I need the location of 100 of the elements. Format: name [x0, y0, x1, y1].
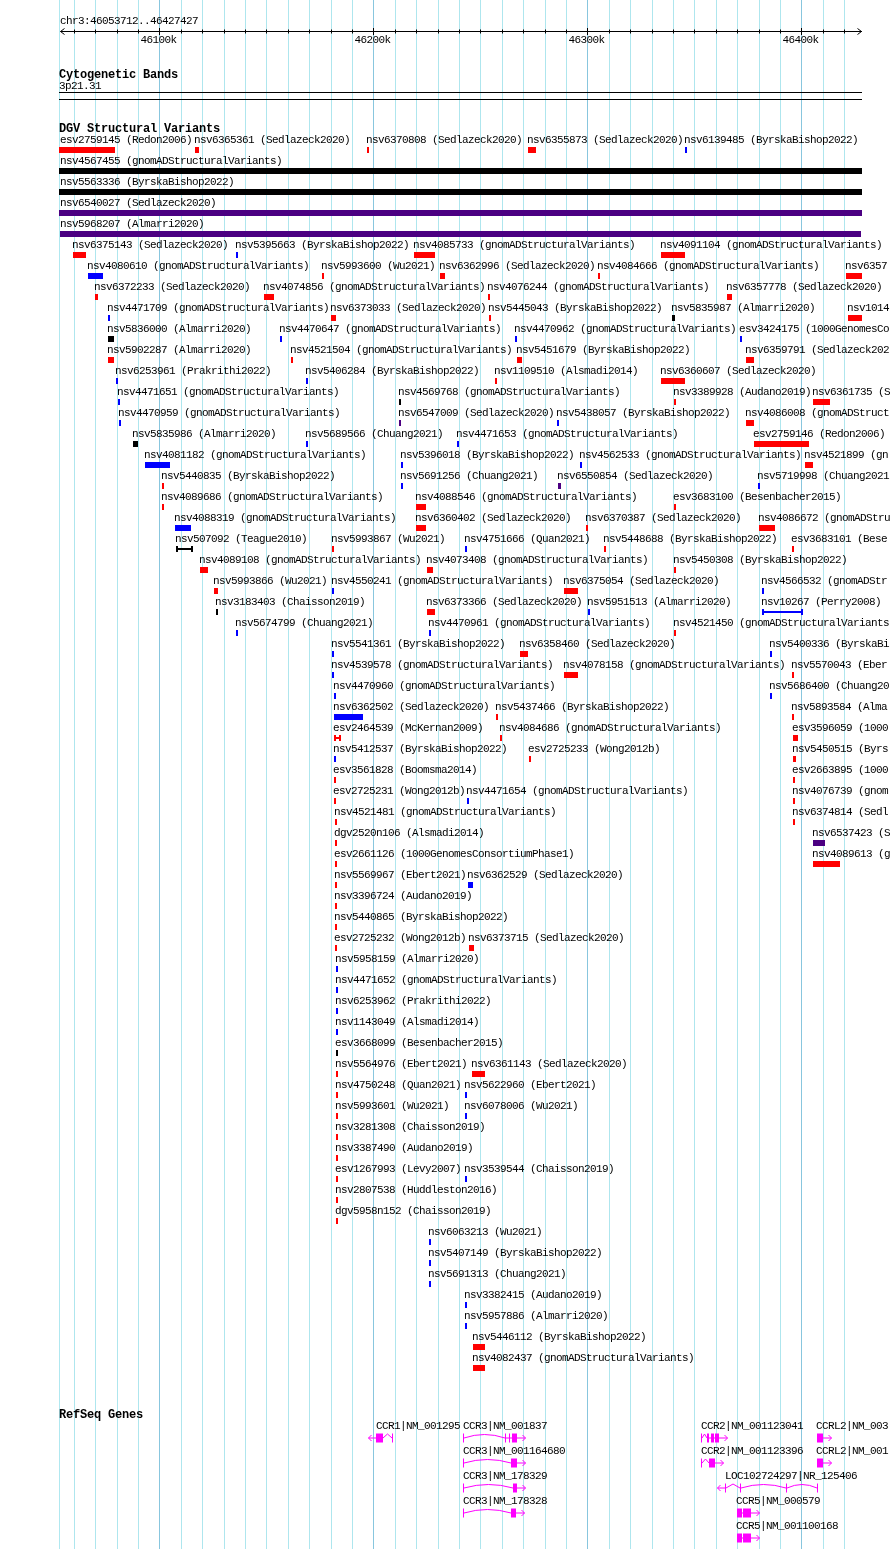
gene-label: CCR3|NM_001164680	[463, 1445, 566, 1457]
variant-label: nsv6365361 (Sedlazeck2020)	[194, 134, 351, 146]
variant-label: esv3668099 (Besenbacher2015)	[335, 1037, 504, 1049]
variant-label: nsv6078006 (Wu2021)	[464, 1100, 579, 1112]
variant-label: nsv2807538 (Huddleston2016)	[335, 1184, 498, 1196]
variant-label: nsv5968207 (Almarri2020)	[60, 218, 205, 230]
variant-label: nsv4471654 (gnomADStructuralVariants)	[466, 785, 689, 797]
variant-label: nsv5689566 (Chuang2021)	[305, 428, 444, 440]
variant-label: nsv4539578 (gnomADStructuralVariants)	[331, 659, 554, 671]
variant-label: nsv4566532 (gnomADStr	[761, 575, 888, 587]
variant-label: esv2663895 (1000	[792, 764, 889, 776]
variant-label: nsv1109510 (Alsmadi2014)	[494, 365, 639, 377]
variant-label: esv2661126 (1000GenomesConsortiumPhase1)	[334, 848, 575, 860]
track-title: DGV Structural Variants	[59, 121, 221, 136]
variant-label: nsv4088546 (gnomADStructuralVariants)	[415, 491, 638, 503]
variant-label: nsv6357778 (Sedlazeck2020)	[726, 281, 883, 293]
variant-label: nsv4080610 (gnomADStructuralVariants)	[87, 260, 310, 272]
variant-label: nsv5400336 (ByrskaBi	[769, 638, 890, 650]
variant-label: dgv5958n152 (Chaisson2019)	[335, 1205, 492, 1217]
variant-label: esv2725232 (Wong2012b)	[334, 932, 467, 944]
variant-label: nsv4470961 (gnomADStructuralVariants)	[428, 617, 651, 629]
variant-label: nsv6370387 (Sedlazeck2020)	[585, 512, 742, 524]
variant-label: nsv5993601 (Wu2021)	[335, 1100, 450, 1112]
variant-label: nsv5440865 (ByrskaBishop2022)	[334, 911, 509, 923]
tick-label: 46400k	[782, 34, 819, 46]
variant-label: nsv3183403 (Chaisson2019)	[215, 596, 366, 608]
variant-label: nsv4089613 (g	[812, 848, 890, 860]
variant-label: nsv4091104 (gnomADStructuralVariants)	[660, 239, 883, 251]
variant-label: nsv5569967 (Ebert2021)	[334, 869, 467, 881]
variant-label: nsv6373715 (Sedlazeck2020)	[468, 932, 625, 944]
variant-label: nsv4569768 (gnomADStructuralVariants)	[398, 386, 621, 398]
variant-label: nsv5445043 (ByrskaBishop2022)	[488, 302, 663, 314]
variant-label: nsv4084686 (gnomADStructuralVariants)	[499, 722, 722, 734]
variant-label: nsv4082437 (gnomADStructuralVariants)	[472, 1352, 695, 1364]
variant-label: nsv5993866 (Wu2021)	[213, 575, 328, 587]
variant-label: nsv3396724 (Audano2019)	[334, 890, 473, 902]
variant-label: nsv4471653 (gnomADStructuralVariants)	[456, 428, 679, 440]
variant-label: esv1267993 (Levy2007)	[335, 1163, 462, 1175]
variant-label: nsv10267 (Perry2008)	[761, 596, 882, 608]
variant-label: nsv6362502 (Sedlazeck2020)	[333, 701, 490, 713]
gene-label: CCRL2|NM_003	[816, 1420, 888, 1432]
tick-label: 46100k	[140, 34, 177, 46]
variant-label: esv3424175 (1000GenomesCo	[739, 323, 890, 335]
locus-label: chr3:46053712..46427427	[60, 15, 199, 27]
variant-label: nsv4521504 (gnomADStructuralVariants)	[290, 344, 513, 356]
tick-label: 46300k	[568, 34, 605, 46]
track-title: RefSeq Genes	[59, 1407, 143, 1422]
variant-label: esv2725231 (Wong2012b)	[333, 785, 466, 797]
variant-label: nsv4074856 (gnomADStructuralVariants)	[263, 281, 486, 293]
variant-label: nsv4470960 (gnomADStructuralVariants)	[333, 680, 556, 692]
gene-label: CCR3|NM_178328	[463, 1495, 547, 1507]
variant-label: nsv5993600 (Wu2021)	[321, 260, 436, 272]
variant-label: esv3683100 (Besenbacher2015)	[673, 491, 842, 503]
variant-label: nsv6358460 (Sedlazeck2020)	[519, 638, 676, 650]
variant-label: nsv6253961 (Prakrithi2022)	[115, 365, 272, 377]
variant-label: nsv4073408 (gnomADStructuralVariants)	[426, 554, 649, 566]
variant-label: nsv5406284 (ByrskaBishop2022)	[305, 365, 480, 377]
variant-label: nsv4470962 (gnomADStructuralVariants)	[514, 323, 737, 335]
variant-label: nsv6370808 (Sedlazeck2020)	[366, 134, 523, 146]
variant-label: nsv5563336 (ByrskaBishop2022)	[60, 176, 235, 188]
variant-label: nsv4084666 (gnomADStructuralVariants)	[597, 260, 820, 272]
variant-label: nsv4086672 (gnomADStru	[758, 512, 890, 524]
variant-label: nsv6360607 (Sedlazeck2020)	[660, 365, 817, 377]
variant-label: nsv4089108 (gnomADStructuralVariants)	[199, 554, 422, 566]
variant-label: nsv5957886 (Almarri2020)	[464, 1310, 609, 1322]
variant-label: nsv4076244 (gnomADStructuralVariants)	[487, 281, 710, 293]
variant-label: nsv5835987 (Almarri2020)	[671, 302, 816, 314]
variant-label: esv2759145 (Redon2006)	[60, 134, 193, 146]
variant-label: nsv5836000 (Almarri2020)	[107, 323, 252, 335]
variant-label: nsv5835986 (Almarri2020)	[132, 428, 277, 440]
variant-label: nsv3387490 (Audano2019)	[335, 1142, 474, 1154]
variant-label: nsv6362996 (Sedlazeck2020)	[439, 260, 596, 272]
gene-label: LOC102724297|NR_125406	[725, 1470, 858, 1482]
variant-label: nsv4562533 (gnomADStructuralVariants)	[579, 449, 802, 461]
variant-label: nsv5396018 (ByrskaBishop2022)	[400, 449, 575, 461]
variant-label: nsv5437466 (ByrskaBishop2022)	[495, 701, 670, 713]
variant-label: nsv6357	[845, 260, 887, 272]
variant-label: nsv4750248 (Quan2021)	[335, 1079, 462, 1091]
variant-label: nsv6253962 (Prakrithi2022)	[335, 995, 492, 1007]
variant-label: nsv5691256 (Chuang2021)	[400, 470, 539, 482]
variant-label: nsv6374814 (Sedl	[792, 806, 889, 818]
variant-label: nsv4471651 (gnomADStructuralVariants)	[117, 386, 340, 398]
variant-label: nsv6139485 (ByrskaBishop2022)	[684, 134, 859, 146]
variant-label: nsv3539544 (Chaisson2019)	[464, 1163, 615, 1175]
variant-label: dgv2520n106 (Alsmadi2014)	[334, 827, 485, 839]
variant-label: nsv4471652 (gnomADStructuralVariants)	[335, 974, 558, 986]
variant-label: nsv6550854 (Sedlazeck2020)	[557, 470, 714, 482]
variant-label: nsv5570043 (Eber	[791, 659, 888, 671]
variant-label: esv3683101 (Bese	[791, 533, 888, 545]
variant-label: nsv5541361 (ByrskaBishop2022)	[331, 638, 506, 650]
gene-label: CCR5|NM_000579	[736, 1495, 820, 1507]
variant-label: nsv5622960 (Ebert2021)	[464, 1079, 597, 1091]
variant-label: nsv4089686 (gnomADStructuralVariants)	[161, 491, 384, 503]
band-label: 3p21.31	[59, 80, 101, 92]
variant-label: nsv507092 (Teague2010)	[175, 533, 308, 545]
variant-label: nsv5412537 (ByrskaBishop2022)	[333, 743, 508, 755]
variant-label: nsv5993867 (Wu2021)	[331, 533, 446, 545]
variant-label: nsv6547009 (Sedlazeck2020)	[398, 407, 555, 419]
variant-label: nsv5440835 (ByrskaBishop2022)	[161, 470, 336, 482]
variant-label: nsv5691313 (Chuang2021)	[428, 1268, 567, 1280]
